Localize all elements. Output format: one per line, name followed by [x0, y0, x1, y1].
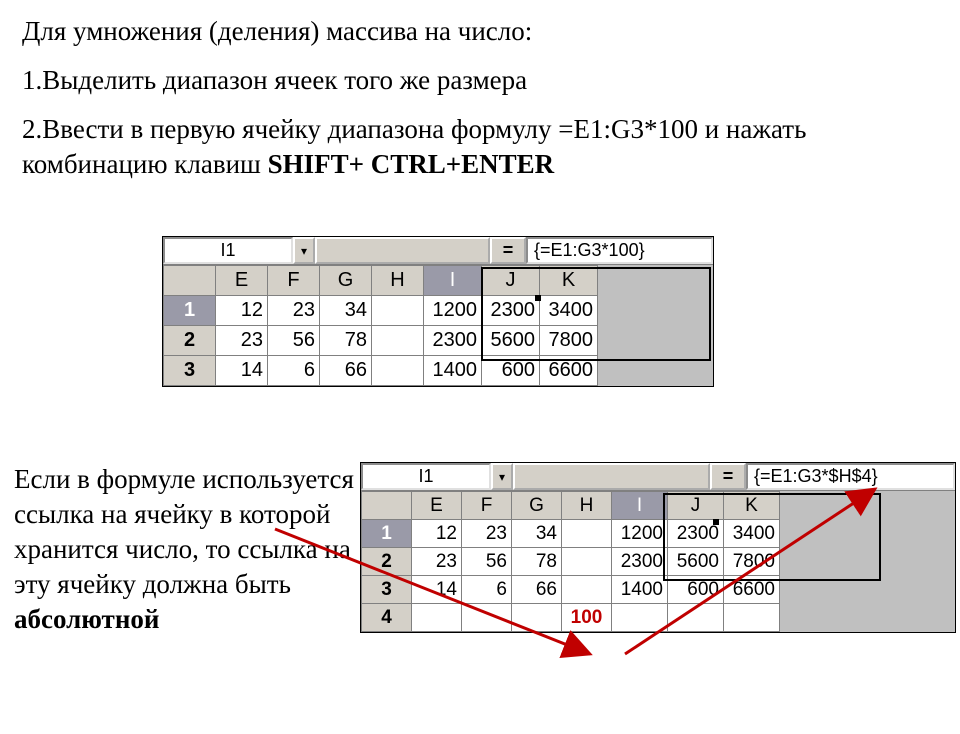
cell[interactable] [412, 604, 462, 632]
cell[interactable]: 3400 [540, 296, 598, 326]
grid-2[interactable]: E F G H I J K 1 12 23 34 1200 2300 3400 … [361, 491, 780, 632]
lower-text-2: абсолютной [14, 604, 159, 634]
name-box[interactable]: I1 [361, 463, 491, 490]
cell[interactable]: 600 [482, 356, 540, 386]
cell[interactable]: 3400 [724, 520, 780, 548]
cell[interactable] [512, 604, 562, 632]
col-header-J[interactable]: J [668, 492, 724, 520]
row-header-2[interactable]: 2 [362, 548, 412, 576]
formula-bar[interactable]: {=E1:G3*100} [526, 237, 713, 264]
row-header-3[interactable]: 3 [164, 356, 216, 386]
col-header-E[interactable]: E [216, 266, 268, 296]
cell[interactable]: 7800 [540, 326, 598, 356]
cell[interactable]: 34 [512, 520, 562, 548]
cell[interactable]: 23 [412, 548, 462, 576]
lower-paragraph: Если в формуле используется ссылка на яч… [14, 462, 364, 637]
col-header-I[interactable]: I [424, 266, 482, 296]
col-header-H[interactable]: H [562, 492, 612, 520]
cell[interactable] [562, 576, 612, 604]
cell[interactable] [372, 296, 424, 326]
row-header-3[interactable]: 3 [362, 576, 412, 604]
formula-bar[interactable]: {=E1:G3*$H$4} [746, 463, 955, 490]
cell[interactable]: 2300 [612, 548, 668, 576]
cell[interactable]: 7800 [724, 548, 780, 576]
cell[interactable]: 600 [668, 576, 724, 604]
row-header-4[interactable]: 4 [362, 604, 412, 632]
name-box[interactable]: I1 [163, 237, 293, 264]
cell[interactable]: 5600 [668, 548, 724, 576]
equals-icon: = [710, 463, 746, 490]
cell[interactable]: 14 [216, 356, 268, 386]
cell[interactable]: 78 [320, 326, 372, 356]
spreadsheet-1: I1 = {=E1:G3*100} E F G H I J K 1 12 23 … [162, 236, 714, 387]
cell[interactable] [724, 604, 780, 632]
cell[interactable]: 14 [412, 576, 462, 604]
cell[interactable]: 2300 [668, 520, 724, 548]
cell[interactable]: 12 [412, 520, 462, 548]
spreadsheet-2: I1 = {=E1:G3*$H$4} E F G H I J K 1 12 23… [360, 462, 956, 633]
cell[interactable] [562, 520, 612, 548]
cell[interactable]: 5600 [482, 326, 540, 356]
cell[interactable] [668, 604, 724, 632]
step2-text: 2.Ввести в первую ячейку диапазона форму… [22, 112, 938, 182]
row-header-1[interactable]: 1 [362, 520, 412, 548]
cell[interactable]: 23 [216, 326, 268, 356]
cell[interactable]: 56 [268, 326, 320, 356]
cell[interactable]: 1200 [424, 296, 482, 326]
cell[interactable] [562, 548, 612, 576]
name-box-dropdown-icon[interactable] [293, 237, 315, 264]
cell[interactable]: 12 [216, 296, 268, 326]
title-text: Для умножения (деления) массива на число… [22, 14, 938, 49]
cell[interactable]: 2300 [482, 296, 540, 326]
step2b: SHIFT+ CTRL+ENTER [268, 149, 555, 179]
equals-icon: = [490, 237, 526, 264]
col-header-G[interactable]: G [320, 266, 372, 296]
name-box-dropdown-icon[interactable] [491, 463, 513, 490]
cell[interactable]: 2300 [424, 326, 482, 356]
lower-text-1: Если в формуле используется ссылка на яч… [14, 464, 354, 599]
cell[interactable]: 78 [512, 548, 562, 576]
cell[interactable]: 1400 [424, 356, 482, 386]
cell[interactable]: 6 [268, 356, 320, 386]
col-header-F[interactable]: F [462, 492, 512, 520]
grid-1[interactable]: E F G H I J K 1 12 23 34 1200 2300 3400 … [163, 265, 598, 386]
step1-text: 1.Выделить диапазон ячеек того же размер… [22, 63, 938, 98]
cell[interactable] [372, 356, 424, 386]
col-header-G[interactable]: G [512, 492, 562, 520]
corner-cell[interactable] [164, 266, 216, 296]
col-header-J[interactable]: J [482, 266, 540, 296]
cell[interactable] [612, 604, 668, 632]
col-header-K[interactable]: K [540, 266, 598, 296]
col-header-F[interactable]: F [268, 266, 320, 296]
cell[interactable]: 23 [268, 296, 320, 326]
cell[interactable]: 6600 [724, 576, 780, 604]
cell[interactable]: 6 [462, 576, 512, 604]
cell[interactable]: 1400 [612, 576, 668, 604]
cell[interactable] [462, 604, 512, 632]
cell[interactable] [372, 326, 424, 356]
cell[interactable]: 23 [462, 520, 512, 548]
col-header-K[interactable]: K [724, 492, 780, 520]
cell[interactable]: 66 [320, 356, 372, 386]
cell[interactable]: 34 [320, 296, 372, 326]
row-header-1[interactable]: 1 [164, 296, 216, 326]
col-header-E[interactable]: E [412, 492, 462, 520]
cell-absolute-value[interactable]: 100 [562, 604, 612, 632]
cell[interactable]: 66 [512, 576, 562, 604]
col-header-H[interactable]: H [372, 266, 424, 296]
corner-cell[interactable] [362, 492, 412, 520]
cell[interactable]: 56 [462, 548, 512, 576]
cell[interactable]: 1200 [612, 520, 668, 548]
row-header-2[interactable]: 2 [164, 326, 216, 356]
col-header-I[interactable]: I [612, 492, 668, 520]
cell[interactable]: 6600 [540, 356, 598, 386]
